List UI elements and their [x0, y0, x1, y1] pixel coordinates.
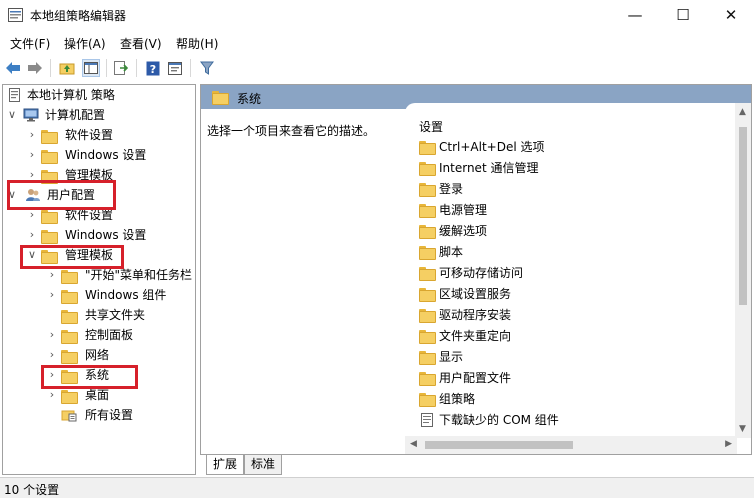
- vertical-scrollbar[interactable]: ▲ ▼: [735, 103, 751, 438]
- chevron-right-icon[interactable]: ›: [47, 345, 57, 365]
- menu-view[interactable]: 查看(V): [120, 35, 162, 52]
- status-bar: 10 个设置: [0, 477, 754, 498]
- navigation-tree: 本地计算机 策略 ∨ 计算机配置 › 软件设置 › Windows 设置 › 管…: [2, 84, 196, 475]
- settings-list: 设置 Ctrl+Alt+Del 选项 Internet 通信管理 登录 电源管理…: [405, 103, 751, 454]
- folder-icon: [61, 388, 78, 404]
- folder-icon: [419, 183, 436, 197]
- show-hide-tree-icon[interactable]: [82, 59, 100, 77]
- tree-label: 网络: [85, 348, 110, 362]
- menu-help[interactable]: 帮助(H): [176, 35, 218, 52]
- folder-icon: [41, 128, 58, 144]
- filter-icon[interactable]: [198, 59, 216, 77]
- tree-label: Windows 设置: [65, 228, 147, 242]
- scroll-up-icon[interactable]: ▲: [739, 107, 746, 117]
- folder-icon: [419, 225, 436, 239]
- close-button[interactable]: ✕: [708, 0, 754, 30]
- horizontal-scrollbar[interactable]: ◀ ▶: [405, 436, 737, 454]
- highlight-box-user-config: [7, 180, 116, 210]
- properties-icon[interactable]: [166, 59, 184, 77]
- folder-icon: [419, 246, 436, 260]
- folder-icon: [41, 208, 58, 224]
- chevron-right-icon[interactable]: ›: [27, 225, 37, 245]
- tree-label: 本地计算机 策略: [27, 88, 115, 102]
- computer-icon: [23, 108, 39, 122]
- folder-icon: [41, 228, 58, 244]
- folder-icon: [419, 288, 436, 302]
- tree-label: Windows 组件: [85, 288, 167, 302]
- chevron-down-icon[interactable]: ∨: [7, 105, 17, 125]
- folder-icon: [212, 91, 229, 106]
- folder-icon: [419, 330, 436, 344]
- status-text: 10 个设置: [4, 483, 60, 497]
- scroll-left-icon[interactable]: ◀: [410, 439, 417, 449]
- folder-icon: [419, 204, 436, 218]
- folder-icon: [419, 393, 436, 407]
- tree-label: 共享文件夹: [85, 308, 146, 322]
- folder-icon: [41, 148, 58, 164]
- description-text: 选择一个项目来查看它的描述。: [207, 124, 376, 138]
- settings-folder-icon: [61, 410, 77, 422]
- menu-action[interactable]: 操作(A): [64, 35, 106, 52]
- highlight-box-admin-templates: [20, 245, 124, 269]
- up-folder-icon[interactable]: [58, 59, 76, 77]
- folder-icon: [419, 267, 436, 281]
- menu-file[interactable]: 文件(F): [10, 35, 50, 52]
- scroll-thumb[interactable]: [739, 127, 747, 305]
- folder-icon: [61, 348, 78, 364]
- policy-document-icon: [9, 88, 20, 102]
- scroll-thumb[interactable]: [425, 441, 573, 449]
- chevron-right-icon[interactable]: ›: [47, 285, 57, 305]
- folder-icon: [419, 309, 436, 323]
- back-arrow-icon[interactable]: [4, 59, 22, 77]
- policy-setting-icon: [421, 413, 433, 427]
- tree-label: 软件设置: [65, 128, 114, 142]
- minimize-button[interactable]: —: [612, 0, 658, 30]
- title-bar: 本地组策略编辑器 — ☐ ✕: [0, 0, 754, 30]
- folder-icon: [419, 372, 436, 386]
- policy-editor-icon: [8, 8, 23, 22]
- tree-label: Windows 设置: [65, 148, 147, 162]
- forward-arrow-icon[interactable]: [26, 59, 44, 77]
- folder-icon: [419, 141, 436, 155]
- scroll-right-icon[interactable]: ▶: [725, 439, 732, 449]
- help-icon[interactable]: ?: [144, 59, 162, 77]
- toolbar: ?: [0, 55, 754, 81]
- tab-standard[interactable]: 标准: [244, 455, 283, 475]
- window-title: 本地组策略编辑器: [30, 9, 127, 23]
- svg-text:?: ?: [150, 63, 156, 76]
- menu-bar: 文件(F) 操作(A) 查看(V) 帮助(H): [0, 32, 754, 54]
- tab-extended[interactable]: 扩展: [206, 455, 245, 475]
- folder-icon: [61, 328, 78, 344]
- chevron-right-icon[interactable]: ›: [27, 125, 37, 145]
- folder-icon: [61, 268, 78, 284]
- maximize-button[interactable]: ☐: [660, 0, 706, 30]
- folder-icon: [61, 308, 78, 324]
- scroll-down-icon[interactable]: ▼: [739, 424, 746, 434]
- tree-label: 所有设置: [85, 408, 134, 422]
- folder-icon: [61, 288, 78, 304]
- folder-icon: [419, 351, 436, 365]
- tree-label: 控制面板: [85, 328, 134, 342]
- chevron-right-icon[interactable]: ›: [27, 145, 37, 165]
- highlight-box-system: [41, 365, 138, 389]
- export-list-icon[interactable]: [112, 59, 130, 77]
- tree-label: 计算机配置: [45, 108, 106, 122]
- folder-icon: [419, 162, 436, 176]
- view-tabs: 扩展 标准: [200, 455, 500, 475]
- details-title: 系统: [237, 92, 262, 106]
- details-pane: 系统 选择一个项目来查看它的描述。 设置 Ctrl+Alt+Del 选项 Int…: [200, 84, 752, 455]
- chevron-right-icon[interactable]: ›: [47, 325, 57, 345]
- column-header-setting[interactable]: 设置: [419, 118, 443, 135]
